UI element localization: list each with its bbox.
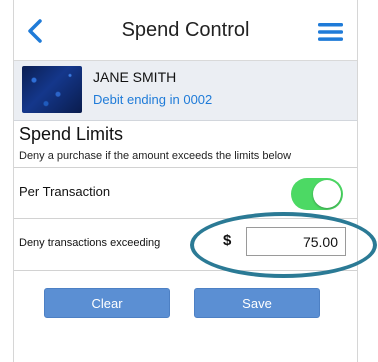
hamburger-menu-icon[interactable] [317,22,344,42]
phone-screen: Spend Control JANE SMITH Debit ending in… [13,0,358,362]
card-subtitle: Debit ending in 0002 [93,92,213,107]
section-description: Deny a purchase if the amount exceeds th… [19,150,292,162]
card-holder-name: JANE SMITH [93,69,177,85]
section-title: Spend Limits [19,124,124,144]
card-image [22,66,82,113]
deny-transactions-label: Deny transactions exceeding [19,237,161,249]
clear-button[interactable]: Clear [44,288,170,318]
nav-header: Spend Control [14,0,357,61]
per-transaction-label: Per Transaction [19,184,111,199]
highlight-annotation [190,212,377,278]
card-summary[interactable]: JANE SMITH Debit ending in 0002 [14,61,357,121]
per-transaction-toggle[interactable] [291,178,343,210]
toggle-knob [313,180,341,208]
save-button[interactable]: Save [194,288,320,318]
page-title: Spend Control [121,19,250,41]
divider [14,167,357,168]
